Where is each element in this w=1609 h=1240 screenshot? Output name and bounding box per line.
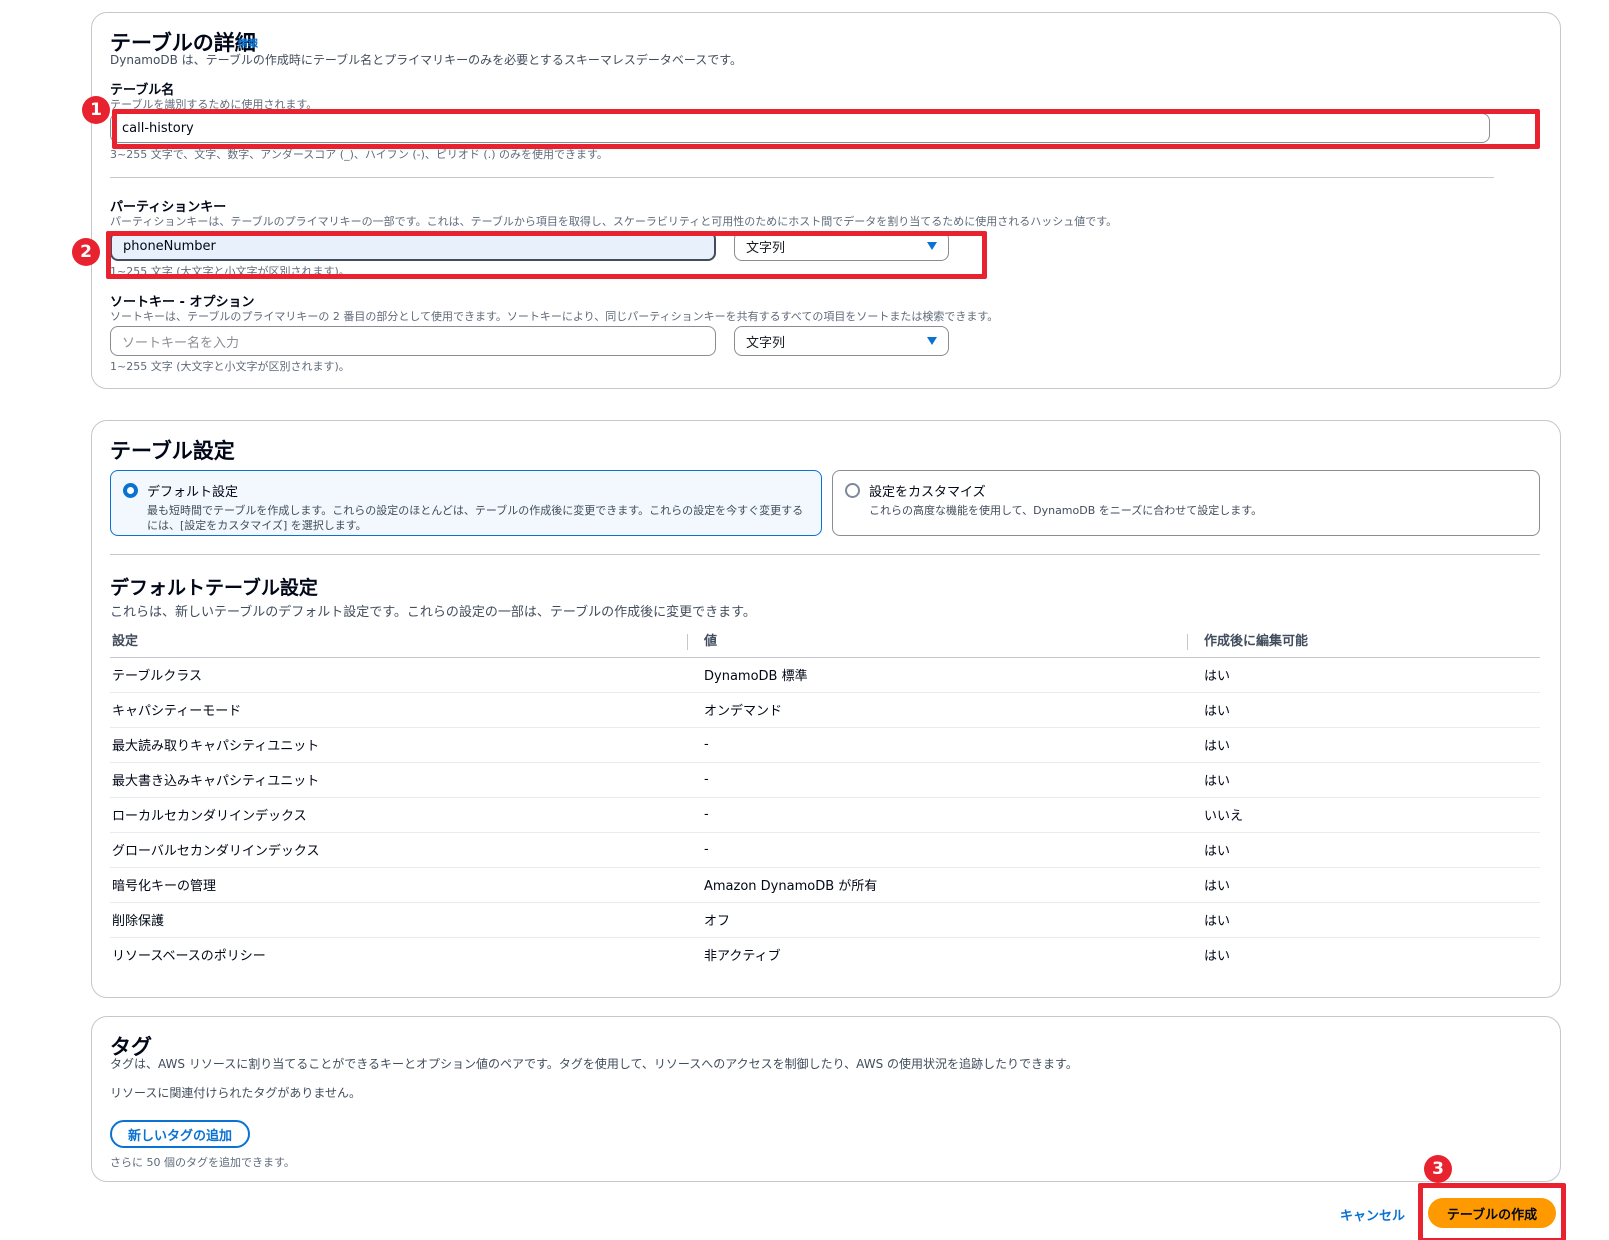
annotation-badge-3: 3 [1424,1155,1452,1183]
info-link[interactable]: 情報 [238,35,258,50]
tags-limit: さらに 50 個のタグを追加できます。 [110,1156,295,1169]
cancel-button[interactable]: キャンセル [1340,1205,1405,1224]
table-row: 削除保護 オフ はい [110,902,1540,938]
column-header-editable: 作成後に編集可能 [1185,623,1540,658]
table-row: 暗号化キーの管理 Amazon DynamoDB が所有 はい [110,867,1540,903]
table-name-constraint: 3~255 文字で、文字、数字、アンダースコア (_)、ハイフン (-)、ピリオ… [110,148,608,161]
table-row: キャパシティーモード オンデマンド はい [110,692,1540,728]
sort-key-hint: ソートキーは、テーブルのプライマリキーの 2 番目の部分として使用できます。ソー… [110,310,999,323]
table-row: グローバルセカンダリインデックス - はい [110,832,1540,868]
divider [110,177,1494,178]
radio-selected-icon [123,483,138,498]
column-header-setting: 設定 [110,623,685,658]
caret-down-icon [927,337,937,345]
customize-settings-title: 設定をカスタマイズ [869,485,986,500]
default-table-settings-title: デフォルトテーブル設定 [110,577,318,599]
annotation-badge-1: 1 [82,96,110,124]
caret-down-icon [927,242,937,250]
table-row: 最大書き込みキャパシティユニット - はい [110,762,1540,798]
partition-key-input[interactable]: phoneNumber [110,231,716,261]
table-details-panel: テーブルの詳細 情報 DynamoDB は、テーブルの作成時にテーブル名とプライ… [91,12,1561,389]
add-tag-button[interactable]: 新しいタグの追加 [110,1120,250,1148]
sort-key-type-select[interactable]: 文字列 [734,326,949,356]
table-header-row: 設定 値 作成後に編集可能 [110,623,1540,658]
tags-empty-message: リソースに関連付けられたタグがありません。 [110,1086,362,1100]
details-description: DynamoDB は、テーブルの作成時にテーブル名とプライマリキーのみを必要とす… [110,53,743,67]
sort-key-constraint: 1~255 文字 (大文字と小文字が区別されます)。 [110,360,350,373]
default-settings-title: デフォルト設定 [147,485,239,500]
table-row: リソースベースのポリシー 非アクティブ はい [112,949,1231,965]
table-row: 最大読み取りキャパシティユニット - はい [110,727,1540,763]
partition-key-hint: パーティションキーは、テーブルのプライマリキーの一部です。これは、テーブルから項… [110,215,1118,228]
partition-key-type-select[interactable]: 文字列 [734,231,949,261]
radio-unselected-icon [845,483,860,498]
settings-title: テーブル設定 [110,439,235,463]
table-settings-panel: テーブル設定 デフォルト設定 最も短時間でテーブルを作成します。これらの設定のほ… [91,420,1561,998]
divider [110,554,1540,555]
table-name-hint: テーブルを識別するために使用されます。 [110,98,318,111]
table-row: テーブルクラス DynamoDB 標準 はい [110,657,1540,693]
column-header-value: 値 [685,623,1185,658]
annotation-badge-2: 2 [72,238,100,266]
tags-description: タグは、AWS リソースに割り当てることができるキーとオプション値のペアです。タ… [110,1057,1078,1071]
partition-key-constraint: 1~255 文字 (大文字と小文字が区別されます)。 [110,265,350,278]
tags-panel: タグ タグは、AWS リソースに割り当てることができるキーとオプション値のペアで… [91,1016,1561,1182]
sort-key-input[interactable]: ソートキー名を入力 [110,326,716,356]
partition-key-type-value: 文字列 [746,240,786,256]
table-name-input[interactable]: call-history [110,113,1490,143]
default-table-settings-desc: これらは、新しいテーブルのデフォルト設定です。これらの設定の一部は、テーブルの作… [110,605,756,620]
default-settings-option[interactable]: デフォルト設定 最も短時間でテーブルを作成します。これらの設定のほとんどは、テー… [110,470,822,536]
create-table-button[interactable]: テーブルの作成 [1428,1198,1556,1228]
customize-settings-option[interactable]: 設定をカスタマイズ これらの高度な機能を使用して、DynamoDB をニーズに合… [832,470,1540,536]
table-row: ローカルセカンダリインデックス - いいえ [110,797,1540,833]
default-settings-table: 設定 値 作成後に編集可能 テーブルクラス DynamoDB 標準 はい キャパシテ… [110,623,1540,972]
customize-settings-desc: これらの高度な機能を使用して、DynamoDB をニーズに合わせて設定します。 [869,504,1263,517]
default-settings-desc: 最も短時間でテーブルを作成します。これらの設定のほとんどは、テーブルの作成後に変… [147,504,804,532]
sort-key-type-value: 文字列 [746,335,786,351]
